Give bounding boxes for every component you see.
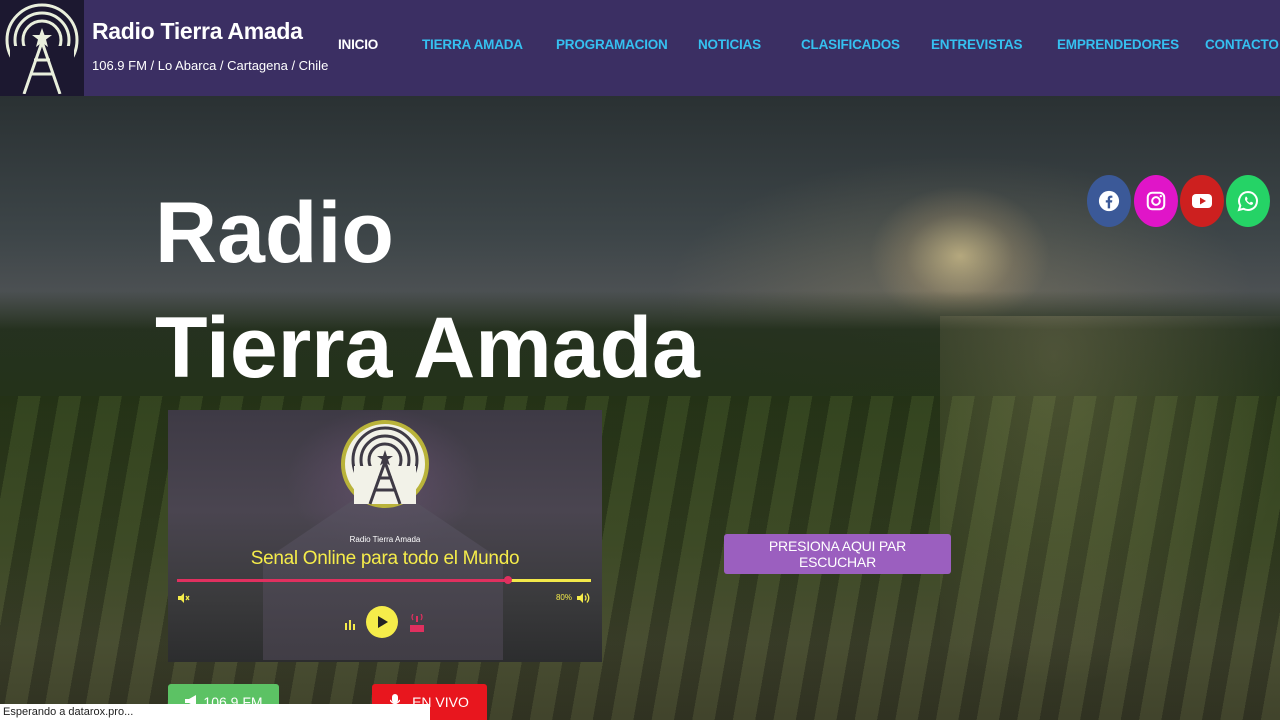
player-tagline: Senal Online para todo el Mundo: [250, 548, 520, 569]
nav-item-inicio[interactable]: INICIO: [338, 37, 378, 52]
radio-tower-icon: [5, 3, 79, 94]
listen-button[interactable]: PRESIONA AQUI PAR ESCUCHAR: [724, 534, 951, 574]
site-title[interactable]: Radio Tierra Amada: [92, 18, 303, 45]
facebook-button[interactable]: [1087, 175, 1131, 227]
facebook-icon: [1098, 190, 1120, 212]
site-logo[interactable]: [0, 0, 84, 96]
player-progress-bar[interactable]: [177, 576, 591, 584]
hero-section: Radio Tierra Amada Radio Tierra Amada Se…: [0, 96, 1280, 720]
mute-icon[interactable]: [177, 591, 190, 609]
nav-item-entrevistas[interactable]: ENTREVISTAS: [931, 37, 1023, 52]
play-button[interactable]: [366, 606, 398, 638]
nav-item-tierra-amada[interactable]: TIERRA AMADA: [422, 37, 523, 52]
nav-item-programacion[interactable]: PROGRAMACION: [556, 37, 668, 52]
browser-status-bar: Esperando a datarox.pro...: [0, 704, 430, 720]
whatsapp-button[interactable]: [1226, 175, 1270, 227]
hero-background-sun: [940, 316, 1280, 716]
volume-label: 80%: [555, 593, 572, 602]
hero-title-line1: Radio: [155, 185, 394, 281]
volume-icon[interactable]: [576, 591, 591, 609]
play-icon: [378, 616, 388, 628]
site-header: Radio Tierra Amada 106.9 FM / Lo Abarca …: [0, 0, 1280, 96]
player-logo: [341, 420, 429, 508]
hero-title-line2: Tierra Amada: [155, 300, 700, 396]
radio-player: Radio Tierra Amada Senal Online para tod…: [168, 410, 602, 662]
instagram-button[interactable]: [1134, 175, 1178, 227]
nav-item-clasificados[interactable]: CLASIFICADOS: [801, 37, 900, 52]
nav-item-contacto[interactable]: CONTACTO: [1205, 37, 1279, 52]
whatsapp-icon: [1237, 190, 1258, 212]
player-progress-fill: [177, 579, 509, 582]
live-icon: [410, 613, 424, 639]
youtube-button[interactable]: [1180, 175, 1224, 227]
nav-item-noticias[interactable]: NOTICIAS: [698, 37, 761, 52]
site-subtitle: 106.9 FM / Lo Abarca / Cartagena / Chile: [92, 58, 329, 73]
player-station-label: Radio Tierra Amada: [349, 535, 421, 544]
player-progress-knob[interactable]: [504, 576, 513, 584]
youtube-icon: [1192, 194, 1212, 208]
equalizer-icon: [344, 617, 356, 635]
instagram-icon: [1146, 191, 1166, 211]
nav-item-emprendedores[interactable]: EMPRENDEDORES: [1057, 37, 1179, 52]
